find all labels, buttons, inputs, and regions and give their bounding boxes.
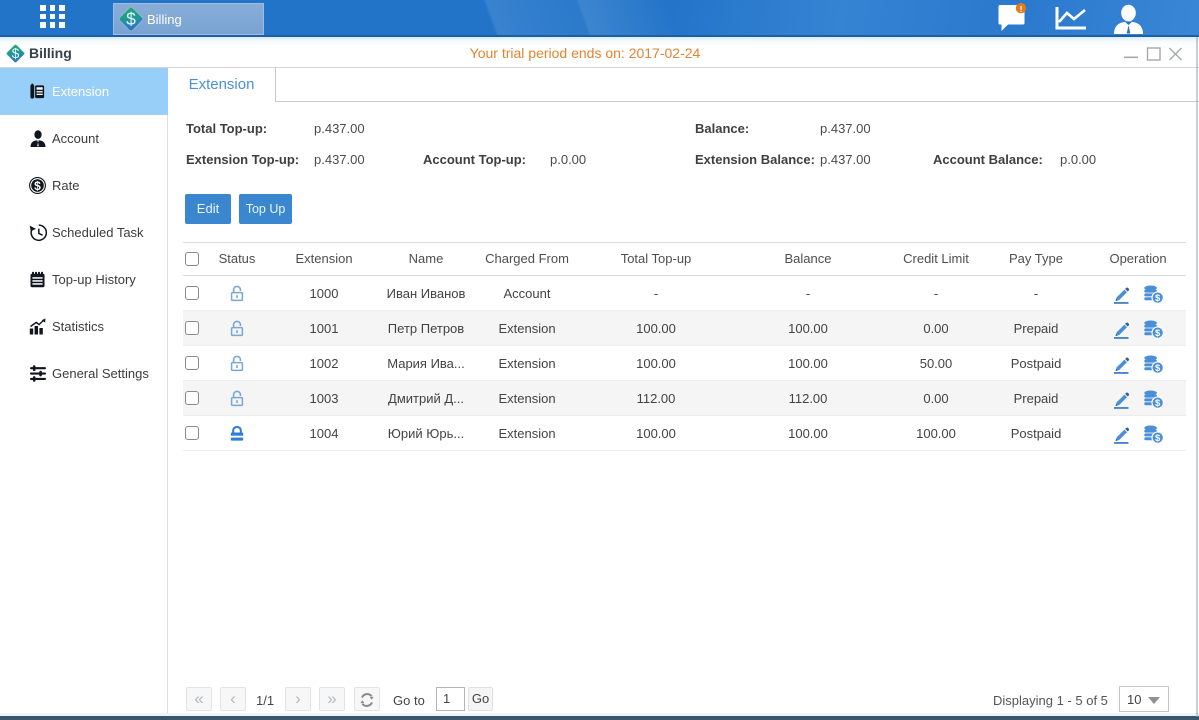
svg-text:$: $: [1155, 433, 1161, 444]
svg-text:$: $: [1155, 293, 1161, 304]
svg-text:$: $: [1155, 328, 1161, 339]
svg-text:$: $: [1155, 398, 1161, 409]
svg-text:!: !: [1020, 4, 1023, 14]
svg-text:$: $: [1155, 363, 1161, 374]
svg-text:$: $: [126, 9, 136, 29]
svg-text:$: $: [34, 179, 41, 193]
